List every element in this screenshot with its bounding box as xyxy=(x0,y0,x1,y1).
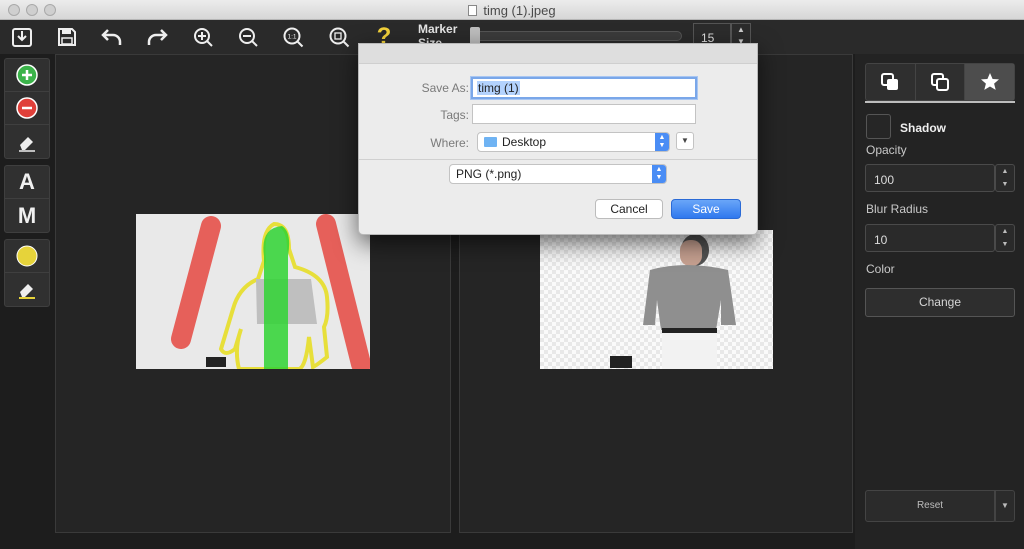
opacity-label: Opacity xyxy=(866,143,907,157)
blur-radius-label: Blur Radius xyxy=(866,202,929,216)
manual-mode-button[interactable]: M xyxy=(5,199,49,232)
change-color-button[interactable]: Change xyxy=(865,288,1015,317)
marker-size-slider[interactable] xyxy=(470,31,682,41)
tool-group-mode: A M xyxy=(4,165,50,233)
tool-group-mark xyxy=(4,58,50,159)
tags-label: Tags: xyxy=(440,108,469,122)
format-popup[interactable]: PNG (*.png) ▲ ▼ xyxy=(449,164,667,184)
format-value: PNG (*.png) xyxy=(456,167,522,181)
save-as-value: timg (1) xyxy=(477,81,520,95)
yellow-circle-icon xyxy=(16,245,38,267)
shadow-checkbox[interactable] xyxy=(866,114,891,139)
hair-eraser-tool[interactable] xyxy=(5,273,49,306)
result-image[interactable] xyxy=(540,230,773,369)
document-icon xyxy=(468,5,478,16)
eraser-tool[interactable] xyxy=(5,125,49,158)
layers-front-icon xyxy=(881,73,899,90)
cancel-button[interactable]: Cancel xyxy=(595,199,663,219)
save-button[interactable]: Save xyxy=(671,199,741,219)
color-label: Color xyxy=(866,262,895,276)
undo-icon xyxy=(101,29,122,45)
effects-tabs xyxy=(865,63,1015,101)
folder-icon xyxy=(484,137,497,147)
redo-icon xyxy=(147,29,168,45)
hair-marker-tool[interactable] xyxy=(5,240,49,273)
save-as-field[interactable]: timg (1) xyxy=(471,77,697,99)
zoom-in-icon xyxy=(194,28,213,47)
updown-arrows-icon: ▲ ▼ xyxy=(655,133,669,151)
undo-button[interactable] xyxy=(99,24,125,50)
open-icon xyxy=(12,28,32,47)
reset-button[interactable]: Reset xyxy=(865,490,995,522)
tabs-underline xyxy=(865,101,1015,103)
tab-effects[interactable] xyxy=(965,64,1015,100)
shadow-label: Shadow xyxy=(900,121,947,135)
star-icon xyxy=(980,73,999,90)
zoom-actual-icon: 1:1 xyxy=(283,27,304,48)
zoom-actual-text: 1:1 xyxy=(287,34,296,41)
where-label: Where: xyxy=(430,136,469,150)
tab-send-back[interactable] xyxy=(916,64,966,100)
tags-field[interactable] xyxy=(472,104,696,124)
save-as-label: Save As: xyxy=(421,81,469,95)
window-title-text: timg (1).jpeg xyxy=(483,3,556,18)
opacity-field[interactable]: 100 xyxy=(865,164,995,192)
add-marker-tool[interactable] xyxy=(5,59,49,92)
dialog-top-strip xyxy=(359,44,757,64)
where-popup[interactable]: Desktop ▲ ▼ xyxy=(477,132,670,152)
zoom-in-button[interactable] xyxy=(190,24,216,50)
blur-radius-field[interactable]: 10 xyxy=(865,224,995,252)
result-image-artwork xyxy=(610,234,736,369)
tool-group-hair xyxy=(4,239,50,307)
zoom-out-button[interactable] xyxy=(235,24,261,50)
save-dialog: Save As: timg (1) Tags: Where: Desktop ▲ ▼… xyxy=(358,43,758,235)
auto-mode-label: A xyxy=(19,169,35,194)
manual-mode-label: M xyxy=(17,202,37,228)
redo-button[interactable] xyxy=(144,24,170,50)
zoom-fit-icon xyxy=(329,27,350,48)
source-image-artwork xyxy=(136,214,370,369)
left-toolbox: A M xyxy=(4,58,50,313)
where-value: Desktop xyxy=(502,135,547,149)
zoom-out-icon xyxy=(239,28,258,47)
remove-marker-tool[interactable] xyxy=(5,92,49,125)
updown-arrows-icon: ▲ ▼ xyxy=(652,165,666,183)
zoom-fit-button[interactable] xyxy=(326,24,352,50)
expand-dialog-button[interactable]: ▼ xyxy=(676,132,694,150)
blur-radius-stepper[interactable]: ▲ ▼ xyxy=(995,224,1015,252)
eraser-yellow-icon xyxy=(19,283,35,299)
opacity-stepper[interactable]: ▲ ▼ xyxy=(995,164,1015,192)
remove-icon xyxy=(16,97,38,119)
open-button[interactable] xyxy=(9,24,35,50)
tab-bring-front[interactable] xyxy=(866,64,916,100)
add-icon xyxy=(16,64,38,86)
title-bar: timg (1).jpeg xyxy=(0,0,1024,20)
auto-mode-button[interactable]: A xyxy=(5,166,49,199)
zoom-actual-button[interactable]: 1:1 xyxy=(280,24,306,50)
source-image[interactable] xyxy=(136,214,370,369)
window-title: timg (1).jpeg xyxy=(0,3,1024,18)
save-icon xyxy=(58,28,76,46)
reset-dropdown-button[interactable]: ▼ xyxy=(995,490,1015,522)
dialog-divider xyxy=(359,159,757,160)
layers-back-icon xyxy=(931,73,949,91)
save-toolbar-button[interactable] xyxy=(54,24,80,50)
eraser-icon xyxy=(19,136,35,152)
